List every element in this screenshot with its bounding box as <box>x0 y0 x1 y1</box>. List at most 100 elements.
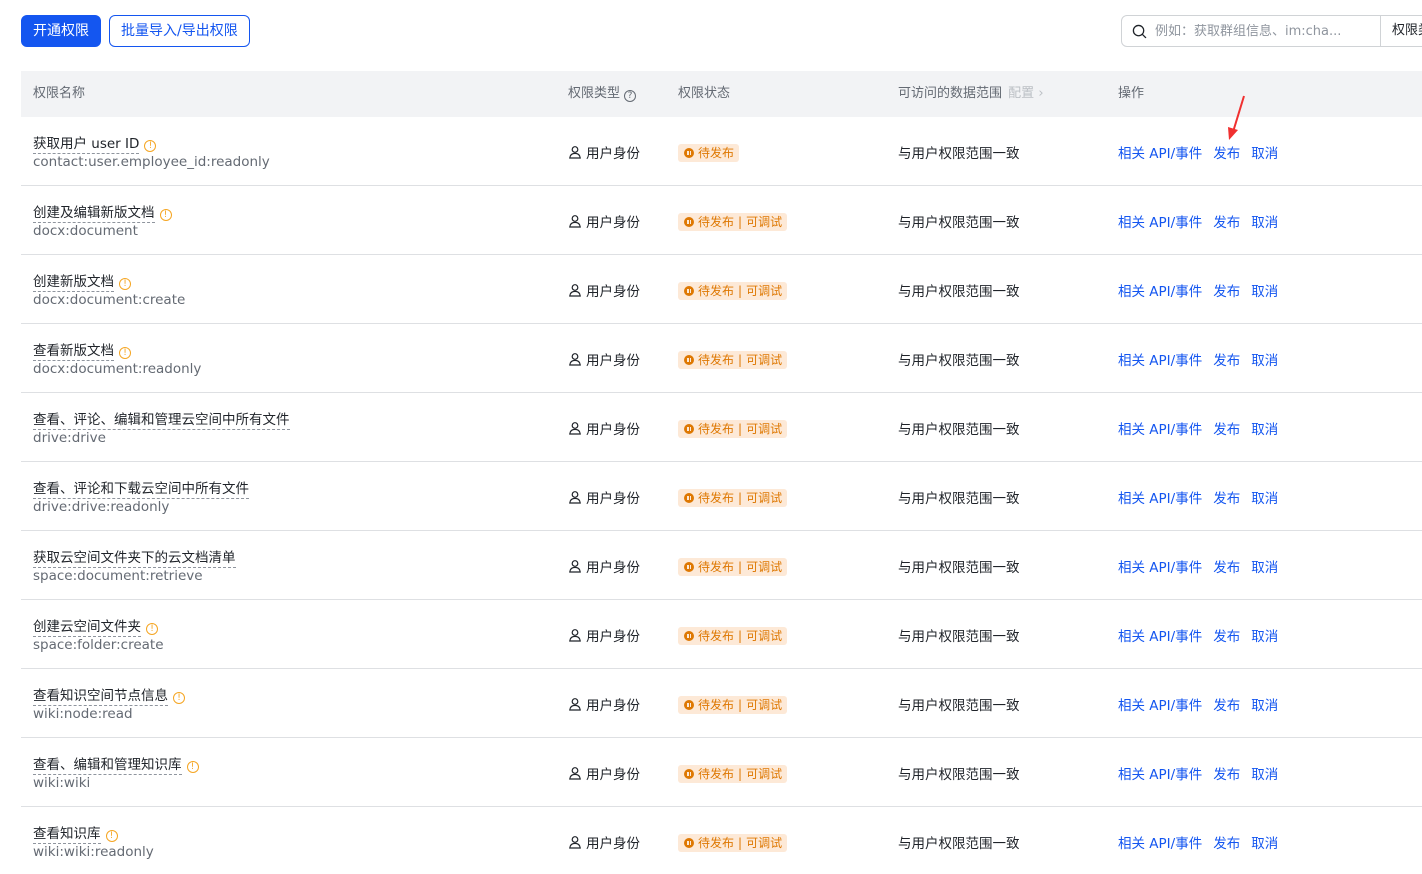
related-api-link[interactable]: 相关 API/事件 <box>1118 211 1202 231</box>
identity-label: 用户身份 <box>586 629 640 645</box>
user-icon <box>569 422 581 435</box>
search-box[interactable] <box>1121 15 1381 47</box>
data-scope-value: 与用户权限范围一致 <box>898 767 1020 783</box>
publish-link[interactable]: 发布 <box>1213 142 1240 162</box>
permission-scope: wiki:wiki <box>33 775 91 791</box>
status-badge: 待发布 | 可调试 <box>678 627 788 645</box>
related-api-link[interactable]: 相关 API/事件 <box>1118 694 1202 714</box>
publish-link[interactable]: 发布 <box>1213 625 1240 645</box>
cancel-link[interactable]: 取消 <box>1251 280 1278 300</box>
table-row: 获取云空间文件夹下的云文档清单 space:document:retrieve 用户… <box>21 531 1422 600</box>
permission-name-text[interactable]: 查看、编辑和管理知识库 <box>33 757 182 775</box>
publish-link[interactable]: 发布 <box>1213 832 1240 852</box>
data-scope-value: 与用户权限范围一致 <box>898 146 1020 162</box>
header-ops: 操作 <box>1118 86 1145 101</box>
cancel-link[interactable]: 取消 <box>1251 763 1278 783</box>
related-api-link[interactable]: 相关 API/事件 <box>1118 763 1202 783</box>
warning-icon[interactable]: ! <box>146 623 158 635</box>
permission-name-text[interactable]: 创建及编辑新版文档 <box>33 205 155 223</box>
related-api-link[interactable]: 相关 API/事件 <box>1118 280 1202 300</box>
row-actions: 相关 API/事件 发布 取消 <box>1118 625 1278 645</box>
cancel-link[interactable]: 取消 <box>1251 694 1278 714</box>
related-api-link[interactable]: 相关 API/事件 <box>1118 556 1202 576</box>
publish-link[interactable]: 发布 <box>1213 556 1240 576</box>
warning-icon[interactable]: ! <box>159 209 172 221</box>
pause-icon <box>684 769 694 779</box>
permission-scope: docx:document:readonly <box>33 361 202 377</box>
status-separator: | <box>738 353 743 367</box>
toolbar: 开通权限 批量导入/导出权限 权限类型 <box>21 15 1422 47</box>
warning-icon[interactable]: ! <box>144 140 157 152</box>
enable-permission-button[interactable]: 开通权限 <box>21 15 101 47</box>
permission-name-text[interactable]: 查看知识库 <box>33 826 101 844</box>
cancel-link[interactable]: 取消 <box>1251 418 1278 438</box>
annotation-arrow-icon <box>1228 95 1245 140</box>
related-api-link[interactable]: 相关 API/事件 <box>1118 142 1202 162</box>
permission-name-text[interactable]: 查看、评论和下载云空间中所有文件 <box>33 481 249 499</box>
related-api-link[interactable]: 相关 API/事件 <box>1118 625 1202 645</box>
cancel-link[interactable]: 取消 <box>1251 349 1278 369</box>
cancel-link[interactable]: 取消 <box>1251 832 1278 852</box>
data-scope-value: 与用户权限范围一致 <box>898 215 1020 231</box>
user-icon <box>569 491 581 504</box>
header-type: 权限类型? <box>568 71 637 117</box>
permission-name: 创建云空间文件夹! <box>33 615 158 637</box>
permission-name: 获取云空间文件夹下的云文档清单 <box>33 546 236 568</box>
cancel-link[interactable]: 取消 <box>1251 556 1278 576</box>
status-main-text: 待发布 <box>698 353 735 367</box>
related-api-link[interactable]: 相关 API/事件 <box>1118 418 1202 438</box>
permission-type-filter[interactable]: 权限类型 <box>1380 15 1422 47</box>
data-scope-config-link[interactable]: 配置 › <box>1008 86 1043 101</box>
cancel-link[interactable]: 取消 <box>1251 625 1278 645</box>
pause-icon <box>684 493 694 503</box>
publish-link[interactable]: 发布 <box>1213 487 1240 507</box>
related-api-link[interactable]: 相关 API/事件 <box>1118 487 1202 507</box>
table-header: 权限名称 权限类型? 权限状态 可访问的数据范围 配置 › 操作 <box>21 71 1422 117</box>
row-actions: 相关 API/事件 发布 取消 <box>1118 832 1278 852</box>
cancel-link[interactable]: 取消 <box>1251 211 1278 231</box>
help-icon[interactable]: ? <box>624 90 637 102</box>
status-badge: 待发布 | 可调试 <box>678 351 788 369</box>
status-extra-text: 可调试 <box>746 491 783 505</box>
status-main-text: 待发布 <box>698 146 735 160</box>
publish-link[interactable]: 发布 <box>1213 694 1240 714</box>
permission-name-text[interactable]: 创建新版文档 <box>33 274 114 292</box>
permission-name: 查看、编辑和管理知识库! <box>33 753 199 775</box>
warning-icon[interactable]: ! <box>173 692 185 704</box>
publish-link[interactable]: 发布 <box>1213 280 1240 300</box>
warning-icon[interactable]: ! <box>119 347 131 359</box>
publish-link[interactable]: 发布 <box>1213 418 1240 438</box>
cancel-link[interactable]: 取消 <box>1251 142 1278 162</box>
publish-link[interactable]: 发布 <box>1213 763 1240 783</box>
status-badge: 待发布 | 可调试 <box>678 420 788 438</box>
batch-import-export-button[interactable]: 批量导入/导出权限 <box>109 15 250 47</box>
warning-icon[interactable]: ! <box>186 761 199 773</box>
permission-type-cell: 用户身份 <box>568 763 640 783</box>
cancel-link[interactable]: 取消 <box>1251 487 1278 507</box>
permission-name-text[interactable]: 创建云空间文件夹 <box>33 619 141 637</box>
status-main-text: 待发布 <box>698 284 735 298</box>
status-main-text: 待发布 <box>698 836 735 850</box>
identity-label: 用户身份 <box>586 353 640 369</box>
warning-icon[interactable]: ! <box>119 278 131 290</box>
related-api-link[interactable]: 相关 API/事件 <box>1118 349 1202 369</box>
permission-name-text[interactable]: 查看新版文档 <box>33 343 114 361</box>
pause-icon <box>684 217 694 227</box>
user-icon <box>569 560 581 573</box>
publish-link[interactable]: 发布 <box>1213 349 1240 369</box>
permission-name-text[interactable]: 查看、评论、编辑和管理云空间中所有文件 <box>33 412 290 430</box>
status-extra-text: 可调试 <box>746 560 783 574</box>
warning-icon[interactable]: ! <box>105 830 118 842</box>
permission-name-text[interactable]: 查看知识空间节点信息 <box>33 688 168 706</box>
status-badge: 待发布 | 可调试 <box>678 558 788 576</box>
publish-link[interactable]: 发布 <box>1213 211 1240 231</box>
status-main-text: 待发布 <box>698 491 735 505</box>
related-api-link[interactable]: 相关 API/事件 <box>1118 832 1202 852</box>
search-icon <box>1132 24 1147 38</box>
search-input[interactable] <box>1155 23 1355 39</box>
status-badge: 待发布 | 可调试 <box>678 834 788 852</box>
permission-name-text[interactable]: 获取云空间文件夹下的云文档清单 <box>33 550 236 568</box>
row-actions: 相关 API/事件 发布 取消 <box>1118 142 1278 162</box>
permission-name-text[interactable]: 获取用户 user ID <box>33 136 140 154</box>
pause-icon <box>684 562 694 572</box>
